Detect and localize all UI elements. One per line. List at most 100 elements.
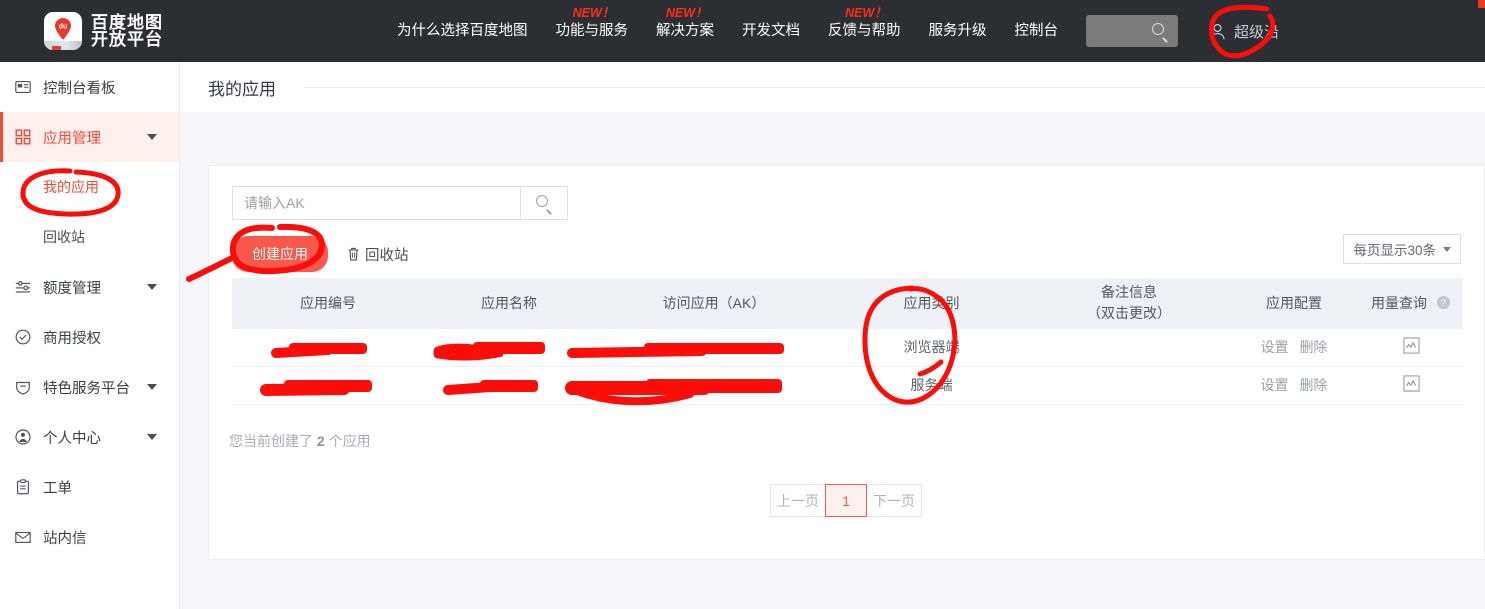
- svg-text:?: ?: [1441, 297, 1446, 307]
- setting-link[interactable]: 设置: [1261, 339, 1289, 355]
- envelope-icon: [15, 531, 31, 543]
- table-header-row: 应用编号 应用名称 访问应用（AK） 应用类别 备注信息 （双击更改） 应用配置…: [232, 278, 1463, 328]
- sidebar-item-commercial-license[interactable]: 商用授权: [0, 312, 179, 362]
- page-size-label: 每页显示30条: [1353, 243, 1436, 258]
- cell-app-id: [232, 327, 424, 367]
- nav-label: 控制台: [1014, 23, 1059, 39]
- nav-item-solutions[interactable]: NEW！ 解决方案: [642, 0, 728, 62]
- th-app-name: 应用名称: [424, 278, 594, 328]
- cell-app-ak: [594, 327, 834, 367]
- new-badge: NEW！: [572, 6, 615, 20]
- cell-app-id: [232, 366, 424, 405]
- corner-red-mark: [1478, 0, 1485, 8]
- cell-app-ak: [594, 366, 834, 405]
- sidebar-label: 商用授权: [43, 330, 101, 347]
- user-circle-icon: [15, 429, 31, 445]
- page-number-1[interactable]: 1: [825, 484, 867, 517]
- brand-text: 百度地图 开放平台: [91, 12, 163, 48]
- shield-icon: [16, 381, 30, 395]
- chart-icon[interactable]: [1402, 375, 1420, 392]
- new-badge: NEW！: [845, 6, 887, 20]
- dashboard-icon: [15, 81, 31, 93]
- count-value: 2: [316, 433, 325, 449]
- page-title: 我的应用: [208, 79, 276, 99]
- create-app-button[interactable]: 创建应用: [232, 236, 328, 272]
- chevron-down-icon: [1443, 246, 1451, 252]
- redacted-value: [646, 379, 782, 394]
- nav-item-features-services[interactable]: NEW！ 功能与服务: [542, 0, 643, 62]
- nav-item-why-baidu-map[interactable]: 为什么选择百度地图: [383, 0, 542, 62]
- sidebar-item-featured-service-platform[interactable]: 特色服务平台: [0, 362, 179, 412]
- nav-label: 解决方案: [656, 23, 714, 39]
- th-usage-query: 用量查询 ?: [1359, 278, 1463, 328]
- redacted-value: [473, 342, 545, 355]
- sidebar-label: 应用管理: [43, 130, 101, 147]
- prev-page-button[interactable]: 上一页: [770, 484, 826, 517]
- sidebar-item-dashboard[interactable]: 控制台看板: [0, 62, 179, 112]
- brand-line-1: 百度地图: [91, 12, 163, 32]
- sidebar-label: 个人中心: [43, 430, 101, 447]
- th-label: 应用名称: [481, 294, 537, 311]
- user-account-area[interactable]: 超级沿: [1208, 21, 1279, 42]
- redacted-value: [289, 342, 367, 354]
- nav-item-console[interactable]: 控制台: [1001, 0, 1073, 62]
- sidebar: 控制台看板 应用管理 我的应用 回收站 额度管理 商用授权 特色服务平台 个人中…: [0, 62, 180, 609]
- th-label: 应用类别: [903, 294, 960, 311]
- delete-link[interactable]: 删除: [1299, 377, 1327, 393]
- sidebar-sub-label: 我的应用: [43, 179, 99, 195]
- logo-ground-shape: [44, 41, 82, 50]
- nav-item-feedback-help[interactable]: NEW！ 反馈与帮助: [814, 0, 915, 62]
- search-button[interactable]: [520, 186, 568, 220]
- chart-icon[interactable]: [1402, 337, 1420, 354]
- sidebar-item-my-apps[interactable]: 我的应用: [0, 162, 179, 212]
- page-header: 我的应用: [180, 62, 1485, 112]
- sidebar-label: 控制台看板: [43, 80, 116, 97]
- th-label: 应用编号: [300, 294, 356, 311]
- baidu-map-logo-icon: du: [44, 12, 82, 50]
- redacted-value: [480, 380, 538, 393]
- th-label: 用量查询: [1371, 294, 1428, 311]
- cell-remark[interactable]: [1029, 366, 1229, 405]
- sidebar-item-inbox-message[interactable]: 站内信: [0, 512, 179, 562]
- recycle-bin-label: 回收站: [365, 247, 409, 264]
- search-input[interactable]: [232, 186, 520, 220]
- trash-icon: [348, 247, 359, 261]
- th-app-config: 应用配置: [1229, 278, 1359, 328]
- sidebar-item-personal-center[interactable]: 个人中心: [0, 412, 179, 462]
- sidebar-item-work-order[interactable]: 工单: [0, 462, 179, 512]
- header-divider: [304, 86, 1485, 88]
- cell-app-name: [424, 366, 594, 405]
- sidebar-item-app-management[interactable]: 应用管理: [0, 112, 179, 162]
- cell-remark[interactable]: [1029, 327, 1229, 367]
- page-size-select[interactable]: 每页显示30条: [1343, 234, 1461, 264]
- sidebar-item-quota-management[interactable]: 额度管理: [0, 262, 179, 312]
- th-label: 备注信息: [1101, 284, 1157, 301]
- sliders-icon: [15, 281, 31, 293]
- help-icon[interactable]: ?: [1436, 295, 1451, 310]
- nav-item-list: 为什么选择百度地图 NEW！ 功能与服务 NEW！ 解决方案 开发文档 NEW！…: [383, 0, 1279, 62]
- delete-link[interactable]: 删除: [1299, 339, 1327, 355]
- nav-label: 反馈与帮助: [828, 23, 901, 39]
- header-search-box[interactable]: [1086, 15, 1178, 47]
- new-badge: NEW！: [665, 6, 708, 20]
- nav-item-dev-docs[interactable]: 开发文档: [728, 0, 814, 62]
- user-avatar-icon: [1210, 23, 1225, 39]
- setting-link[interactable]: 设置: [1261, 377, 1289, 393]
- next-page-button[interactable]: 下一页: [866, 484, 922, 517]
- sidebar-label: 额度管理: [43, 280, 101, 297]
- ak-search-group: [232, 186, 568, 220]
- chevron-down-icon: [147, 284, 157, 290]
- sidebar-sub-label: 回收站: [43, 229, 85, 245]
- apps-panel: 创建应用 回收站 每页显示30条 应用编号: [208, 165, 1485, 560]
- nav-label: 服务升级: [928, 23, 987, 39]
- cell-app-type: 服务端: [834, 366, 1029, 405]
- brand-logo-area[interactable]: du 百度地图 开放平台: [44, 12, 163, 50]
- th-app-ak: 访问应用（AK）: [594, 278, 834, 328]
- nav-item-service-upgrade[interactable]: 服务升级: [915, 0, 1001, 62]
- svg-text:du: du: [59, 24, 68, 31]
- cell-app-type: 浏览器端: [834, 327, 1029, 367]
- recycle-bin-link[interactable]: 回收站: [346, 244, 409, 265]
- sidebar-label: 站内信: [43, 530, 87, 547]
- sidebar-item-recycle-bin[interactable]: 回收站: [0, 212, 179, 262]
- th-sub-label: （双击更改）: [1087, 304, 1171, 321]
